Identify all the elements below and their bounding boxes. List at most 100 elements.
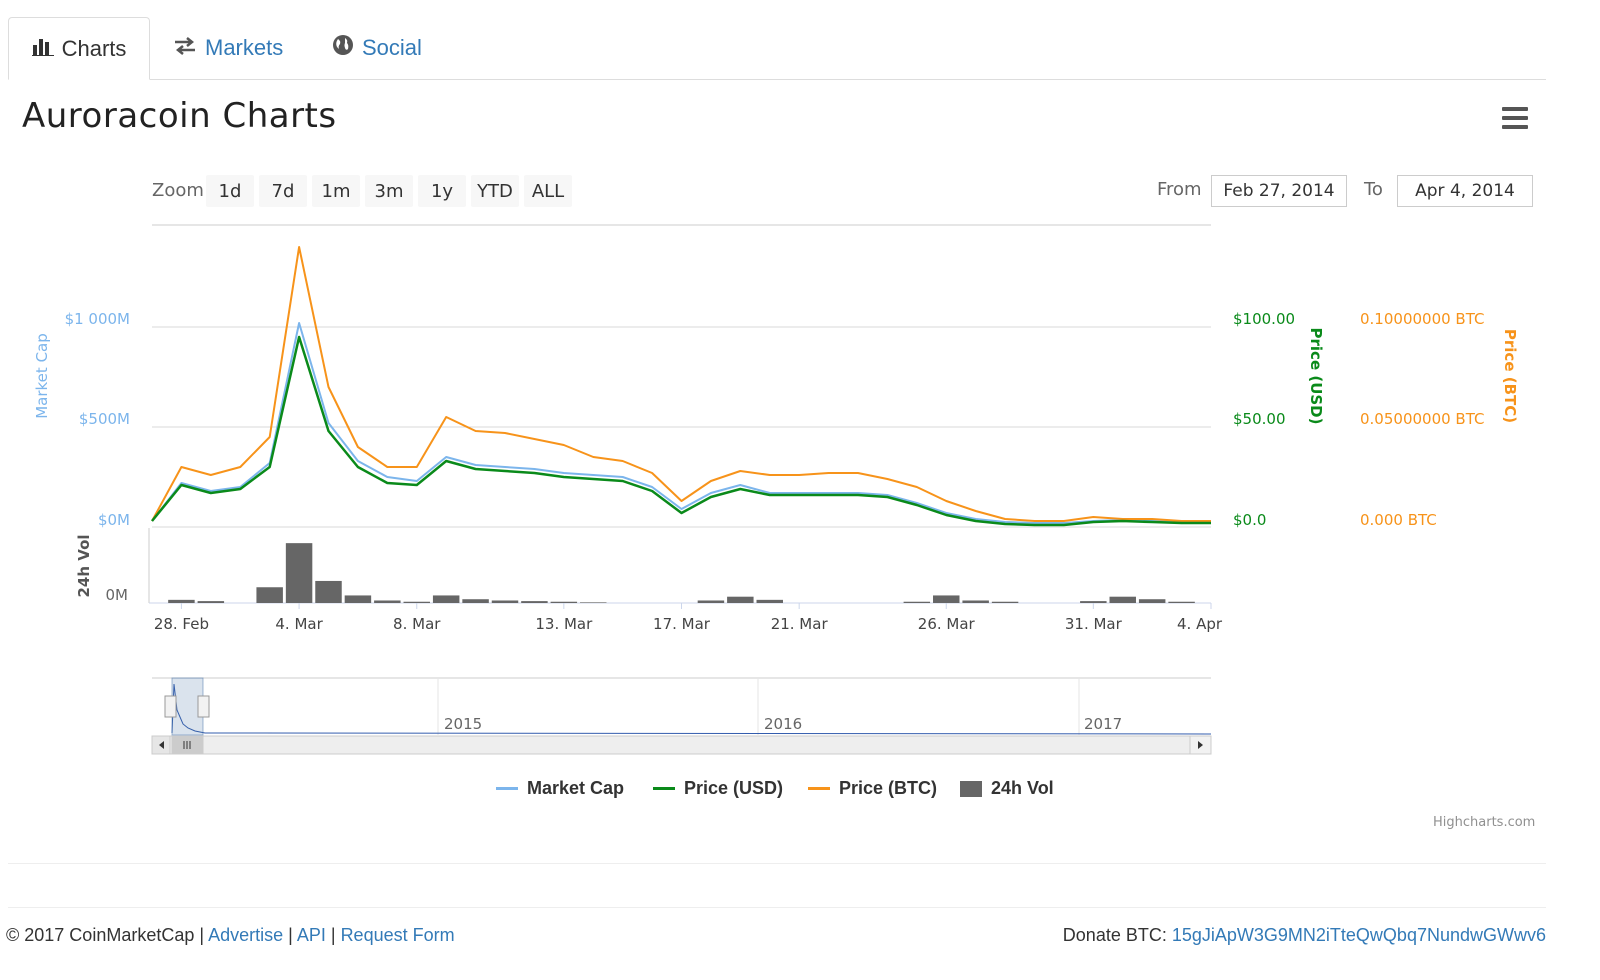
zoom-button-3m[interactable]: 3m: [365, 175, 413, 207]
price-chart[interactable]: Market Cap $1 000M $500M $0M 24h Vol 0M …: [0, 210, 1600, 770]
volume-bar: [491, 600, 519, 603]
price-usd-tick-100: $100.00: [1233, 310, 1295, 328]
navigator-year-2017: 2017: [1084, 715, 1122, 733]
price-btc-tick-010: 0.10000000 BTC: [1360, 310, 1484, 328]
page-title: Auroracoin Charts: [22, 96, 337, 136]
tab-social-label: Social: [362, 34, 422, 60]
legend-price-usd[interactable]: Price (USD): [653, 778, 783, 799]
legend-market-cap-label: Market Cap: [527, 778, 625, 798]
x-tick-label: 26. Mar: [918, 615, 976, 633]
volume-bar: [1080, 601, 1107, 603]
tab-charts[interactable]: Charts: [8, 17, 150, 80]
x-tick-label: 21. Mar: [771, 615, 829, 633]
volume-bar: [256, 587, 283, 603]
divider: [8, 907, 1546, 908]
x-tick-label: 31. Mar: [1065, 615, 1123, 633]
legend-price-usd-swatch: [653, 787, 675, 790]
api-link[interactable]: API: [297, 925, 326, 945]
volume-bar: [580, 602, 607, 603]
navigator-left-handle[interactable]: [164, 695, 177, 718]
volume-bar: [550, 601, 578, 603]
footer-links: © 2017 CoinMarketCap | Advertise | API |…: [6, 925, 455, 946]
volume-bar: [933, 595, 960, 603]
volume-bar: [1168, 601, 1195, 603]
market-cap-tick-0: $0M: [98, 511, 130, 529]
navigator-frame: [152, 678, 1211, 735]
series-line-price-btc[interactable]: [151, 246, 1211, 522]
volume-bar: [462, 599, 489, 603]
volume-bar: [315, 580, 342, 603]
legend-24h-vol-label: 24h Vol: [991, 778, 1054, 798]
legend-market-cap[interactable]: Market Cap: [496, 778, 624, 799]
market-cap-axis-title: Market Cap: [33, 333, 51, 419]
volume-axis-title: 24h Vol: [75, 534, 93, 597]
to-label: To: [1364, 179, 1383, 200]
volume-bar: [903, 601, 931, 603]
x-tick-label: 4. Mar: [275, 615, 323, 633]
x-tick-label: 4. Apr: [1177, 615, 1223, 633]
price-usd-axis-title: Price (USD): [1307, 328, 1325, 425]
donate-label: Donate BTC:: [1062, 925, 1167, 945]
from-label: From: [1157, 179, 1202, 200]
footer-separator: |: [288, 925, 293, 945]
volume-tick-0: 0M: [106, 586, 129, 604]
volume-series: [168, 543, 1195, 603]
advertise-link[interactable]: Advertise: [208, 925, 283, 945]
to-date-input[interactable]: Apr 4, 2014: [1397, 175, 1533, 207]
volume-bar: [991, 601, 1019, 603]
volume-bar: [1109, 596, 1136, 603]
navigator-year-2016: 2016: [764, 715, 802, 733]
volume-bar: [432, 595, 460, 603]
legend-price-btc-label: Price (BTC): [839, 778, 938, 798]
footer-separator: |: [330, 925, 336, 945]
volume-bar: [285, 543, 313, 603]
zoom-label: Zoom: [152, 180, 204, 201]
price-btc-tick-0: 0.000 BTC: [1360, 511, 1437, 529]
legend-price-btc[interactable]: Price (BTC): [808, 778, 937, 799]
zoom-button-1y[interactable]: 1y: [418, 175, 466, 207]
volume-bar: [168, 599, 195, 603]
volume-bar: [756, 599, 783, 603]
legend-price-btc-swatch: [808, 787, 830, 790]
bar-chart-icon: [31, 36, 54, 62]
zoom-button-all[interactable]: ALL: [524, 175, 572, 207]
x-tick-label: 17. Mar: [653, 615, 711, 633]
exchange-arrows-icon: [173, 35, 197, 61]
volume-bar: [727, 596, 754, 603]
chart-legend: Market Cap Price (USD) Price (BTC) 24h V…: [0, 778, 1600, 804]
navigator-right-handle[interactable]: [197, 695, 210, 718]
price-btc-tick-005: 0.05000000 BTC: [1360, 410, 1484, 428]
tab-markets[interactable]: Markets: [173, 17, 283, 78]
navigator-year-2015: 2015: [444, 715, 482, 733]
volume-bar: [1138, 599, 1166, 603]
legend-24h-vol[interactable]: 24h Vol: [960, 778, 1054, 799]
zoom-button-1d[interactable]: 1d: [206, 175, 254, 207]
zoom-button-ytd[interactable]: YTD: [471, 175, 519, 207]
price-btc-axis-title: Price (BTC): [1501, 329, 1519, 423]
market-cap-tick-500: $500M: [79, 410, 130, 428]
volume-bar: [697, 600, 725, 603]
legend-market-cap-swatch: [496, 787, 518, 790]
legend-24h-vol-swatch: [960, 780, 982, 797]
from-date-input[interactable]: Feb 27, 2014: [1211, 175, 1347, 207]
series-line-market-cap[interactable]: [151, 322, 1211, 524]
x-axis-ticks: 28. Feb 4. Mar 8. Mar 13. Mar 17. Mar 21. Mar…: [154, 603, 1223, 633]
request-form-link[interactable]: Request Form: [341, 925, 455, 945]
zoom-button-1m[interactable]: 1m: [312, 175, 360, 207]
price-usd-tick-0: $0.0: [1233, 511, 1266, 529]
donate-address-link[interactable]: 15gJiApW3G9MN2iTteQwQbq7NundwGWwv6: [1172, 925, 1546, 945]
hamburger-menu-icon[interactable]: [1502, 107, 1528, 129]
globe-icon: [332, 34, 354, 62]
tab-markets-label: Markets: [205, 34, 284, 60]
tab-charts-label: Charts: [61, 35, 127, 61]
footer-copyright: © 2017 CoinMarketCap |: [6, 925, 205, 945]
market-cap-tick-1000: $1 000M: [65, 310, 130, 328]
tab-social[interactable]: Social: [332, 17, 422, 78]
highcharts-credits-link[interactable]: Highcharts.com: [1433, 815, 1535, 830]
volume-bar: [403, 601, 430, 603]
divider: [8, 863, 1546, 864]
zoom-button-7d[interactable]: 7d: [259, 175, 307, 207]
scrollbar-track[interactable]: [151, 735, 1212, 755]
price-usd-tick-50: $50.00: [1233, 410, 1286, 428]
x-tick-label: 28. Feb: [154, 615, 209, 633]
